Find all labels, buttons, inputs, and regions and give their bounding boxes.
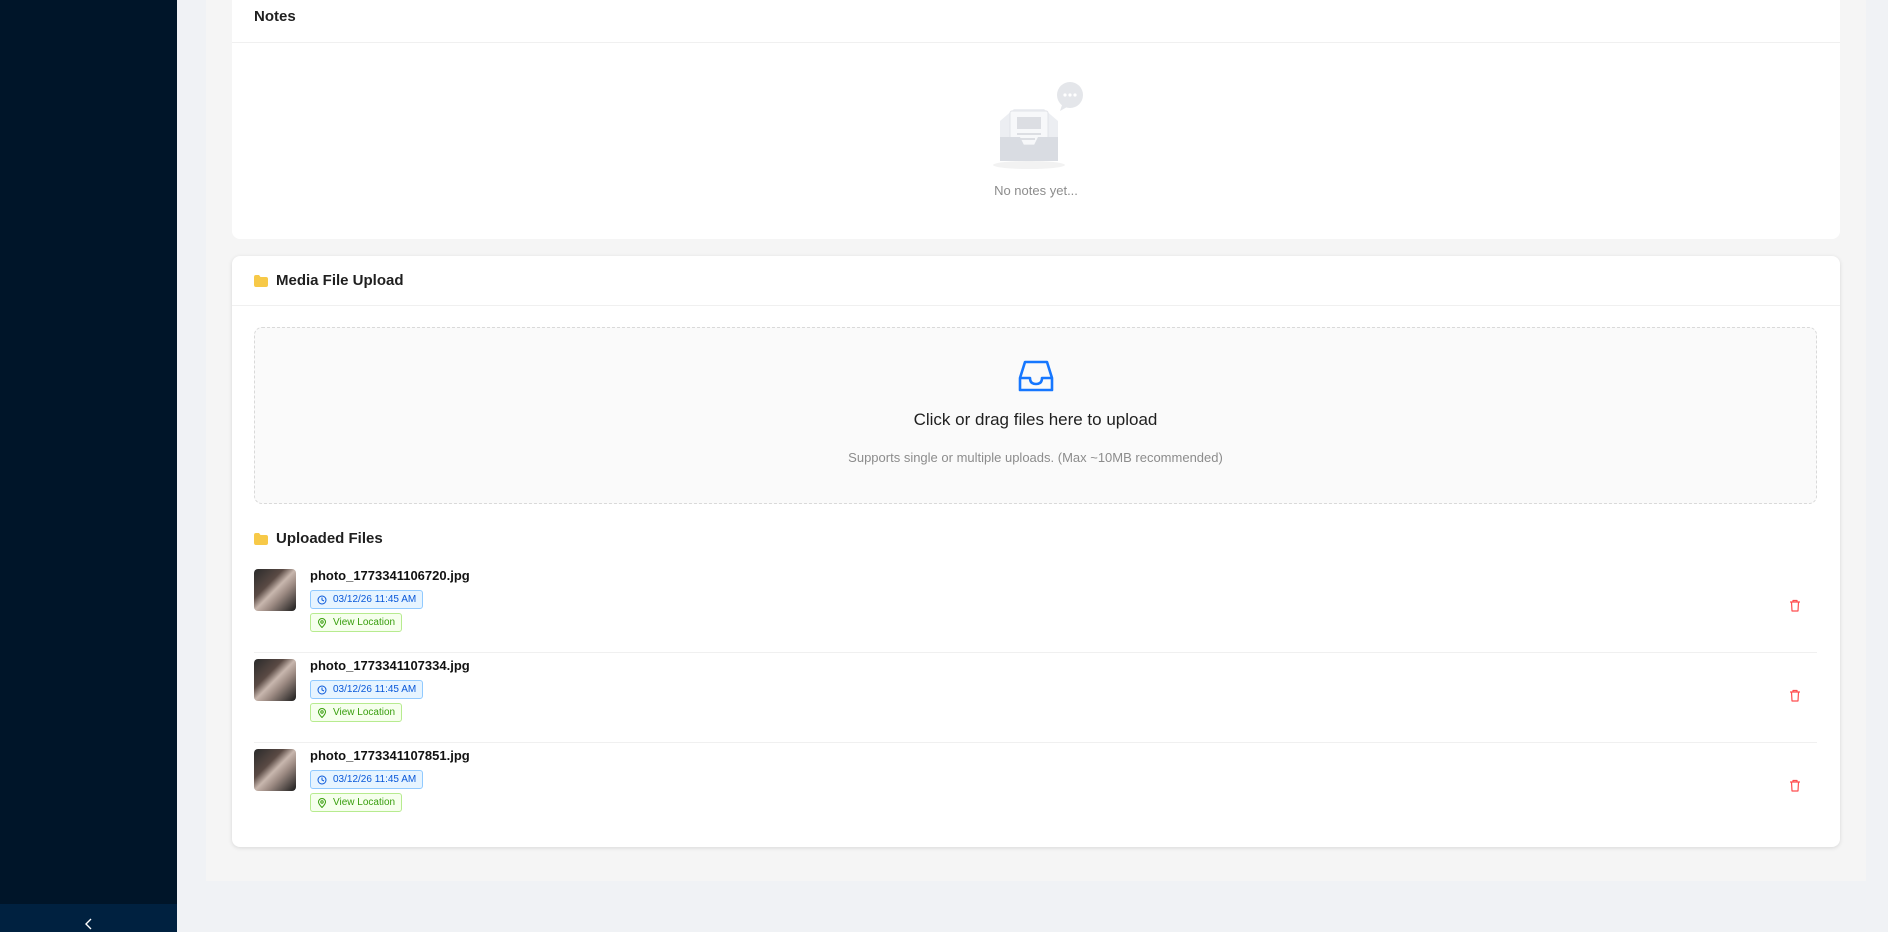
- view-location-button[interactable]: View Location: [310, 703, 403, 722]
- sidebar: [0, 0, 177, 932]
- map-pin-icon: [317, 707, 327, 718]
- view-location-label: View Location: [333, 707, 396, 718]
- trash-icon: [1790, 779, 1800, 792]
- file-time: 03/12/26 11:45 AM: [333, 684, 417, 695]
- media-upload-card: Media File Upload Click or drag files he…: [232, 256, 1840, 847]
- notes-empty-state: No notes yet...: [232, 43, 1840, 198]
- file-meta: photo_1773341106720.jpg 03/12/26 11:45 A…: [310, 566, 470, 632]
- empty-inbox-illustration-icon: [993, 82, 1083, 169]
- view-location-label: View Location: [333, 617, 396, 628]
- file-name: photo_1773341107851.jpg: [310, 748, 470, 763]
- inbox-icon: [1018, 360, 1053, 392]
- file-time-tag: 03/12/26 11:45 AM: [310, 590, 424, 609]
- file-row: photo_1773341106720.jpg 03/12/26 11:45 A…: [254, 563, 1817, 653]
- trash-icon: [1790, 599, 1800, 612]
- media-upload-header: Media File Upload: [232, 256, 1840, 306]
- file-thumbnail[interactable]: [254, 749, 296, 791]
- view-location-button[interactable]: View Location: [310, 613, 403, 632]
- uploaded-files-header: Uploaded Files: [254, 530, 383, 547]
- uploaded-files-list: photo_1773341106720.jpg 03/12/26 11:45 A…: [254, 563, 1817, 833]
- clock-icon: [317, 685, 327, 694]
- file-time-tag: 03/12/26 11:45 AM: [310, 680, 424, 699]
- uploaded-files-title: Uploaded Files: [276, 530, 383, 547]
- clock-icon: [317, 595, 327, 604]
- sidebar-collapse-button[interactable]: [0, 904, 177, 932]
- map-pin-icon: [317, 797, 327, 808]
- map-pin-icon: [317, 617, 327, 628]
- trash-icon: [1790, 689, 1800, 702]
- upload-dropzone[interactable]: Click or drag files here to upload Suppo…: [254, 327, 1817, 504]
- folder-icon: [254, 274, 268, 287]
- delete-file-button[interactable]: [1785, 685, 1805, 705]
- file-time-tag: 03/12/26 11:45 AM: [310, 770, 424, 789]
- clock-icon: [317, 775, 327, 784]
- delete-file-button[interactable]: [1785, 775, 1805, 795]
- dropzone-hint: Supports single or multiple uploads. (Ma…: [848, 450, 1223, 465]
- file-time: 03/12/26 11:45 AM: [333, 594, 417, 605]
- file-meta: photo_1773341107851.jpg 03/12/26 11:45 A…: [310, 746, 470, 812]
- file-name: photo_1773341107334.jpg: [310, 658, 470, 673]
- chevron-left-icon: [84, 918, 91, 930]
- file-row: photo_1773341107334.jpg 03/12/26 11:45 A…: [254, 653, 1817, 743]
- view-location-button[interactable]: View Location: [310, 793, 403, 812]
- delete-file-button[interactable]: [1785, 595, 1805, 615]
- file-time: 03/12/26 11:45 AM: [333, 774, 417, 785]
- notes-title: Notes: [232, 0, 1840, 43]
- notes-card: Notes No notes yet...: [232, 0, 1840, 239]
- file-name: photo_1773341106720.jpg: [310, 568, 470, 583]
- notes-empty-text: No notes yet...: [994, 183, 1078, 198]
- file-thumbnail[interactable]: [254, 569, 296, 611]
- file-meta: photo_1773341107334.jpg 03/12/26 11:45 A…: [310, 656, 470, 722]
- media-upload-title: Media File Upload: [276, 272, 404, 289]
- dropzone-title: Click or drag files here to upload: [913, 410, 1158, 429]
- file-row: photo_1773341107851.jpg 03/12/26 11:45 A…: [254, 743, 1817, 833]
- folder-icon: [254, 532, 268, 545]
- view-location-label: View Location: [333, 797, 396, 808]
- file-thumbnail[interactable]: [254, 659, 296, 701]
